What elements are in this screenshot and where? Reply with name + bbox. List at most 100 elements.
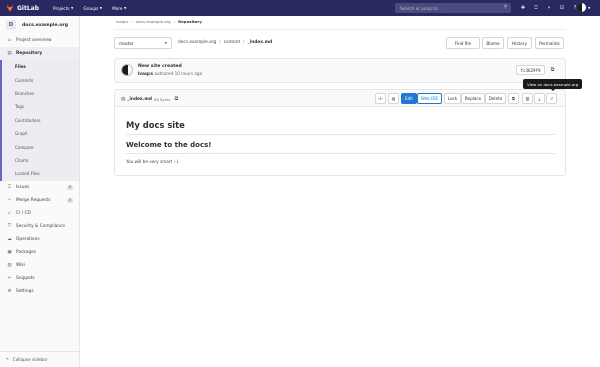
sidebar-item-contributors[interactable]: Contributors: [2, 114, 79, 127]
project-avatar: D: [6, 20, 16, 30]
commit-title[interactable]: New site created: [138, 64, 182, 69]
gitlab-logo[interactable]: GitLab: [6, 4, 39, 12]
find-file-button[interactable]: Find file: [446, 37, 480, 49]
sidebar-item-tags[interactable]: Tags: [2, 100, 79, 113]
sidebar-item-project-overview[interactable]: ⌂ Project overview: [0, 34, 79, 47]
history-button[interactable]: History: [507, 37, 532, 49]
display-source-button[interactable]: ‹/›: [375, 93, 386, 104]
copy-contents-button[interactable]: ⧉: [508, 93, 519, 104]
lock-button[interactable]: Lock: [444, 93, 461, 104]
file-size: 68 Bytes: [153, 96, 171, 102]
permalink-button[interactable]: Permalink: [535, 37, 564, 49]
file-icon: ▤: [121, 96, 126, 102]
doc-icon: ▤: [391, 96, 396, 101]
sidebar-item-ci-cd[interactable]: ➶ CI / CD: [0, 207, 79, 220]
count-badge: 0: [66, 197, 73, 203]
sidebar-item-settings[interactable]: ⚙ Settings: [0, 285, 79, 298]
file-viewer: ▤ _index.md 68 Bytes ⧉ ‹/› ▤ Edit Web ID…: [114, 89, 566, 176]
breadcrumb-item[interactable]: lvaqcs: [116, 19, 128, 24]
file-icon: ▥: [525, 96, 530, 101]
search-icon: ⚲: [503, 5, 507, 10]
issues-icon[interactable]: ⎕: [532, 4, 540, 12]
doc-heading-2: Welcome to the docs!: [126, 141, 556, 154]
view-external-button[interactable]: ↗: [546, 93, 557, 104]
sidebar-item-locked-files[interactable]: Locked Files: [2, 167, 79, 180]
shield-icon: ⛉: [7, 224, 12, 230]
todo-icon[interactable]: ☑: [558, 4, 566, 12]
tooltip: View on docs.example.org: [523, 79, 583, 91]
last-commit-panel: New site created lvaqcs authored 10 hour…: [114, 58, 566, 83]
branch-select[interactable]: master ▼: [114, 37, 172, 49]
sidebar-item-security[interactable]: ⛉ Security & Compliance: [0, 220, 79, 233]
sidebar-item-commits[interactable]: Commits: [2, 73, 79, 86]
doc-icon: ▤: [7, 51, 12, 56]
copy-icon[interactable]: ⧉: [547, 65, 558, 75]
blame-button[interactable]: Blame: [482, 37, 504, 49]
file-path-breadcrumb: docs.example.org / content / _index.md: [178, 40, 273, 45]
collapse-sidebar-button[interactable]: « Collapse sidebar: [0, 351, 80, 367]
nav-projects[interactable]: Projects ▼: [53, 6, 73, 11]
repository-submenu: Files Commits Branches Tags Contributors…: [0, 60, 79, 181]
gitlab-fox-icon: [6, 4, 14, 12]
commit-sha-button[interactable]: fc3629f9: [516, 65, 545, 75]
merge-request-icon: ⑂: [8, 198, 11, 204]
sidebar-item-repository[interactable]: ▤ Repository: [0, 47, 79, 60]
chevron-down-icon[interactable]: ▼: [588, 6, 590, 10]
path-current-file: _index.md: [247, 40, 273, 45]
brand-name: GitLab: [17, 4, 40, 12]
cloud-icon: ☁: [7, 236, 12, 242]
search-input[interactable]: Search or jump to... ⚲: [395, 3, 511, 13]
sidebar-item-branches[interactable]: Branches: [2, 87, 79, 100]
breadcrumb-item[interactable]: docs.example.org: [136, 19, 171, 24]
commit-author[interactable]: lvaqcs: [138, 71, 153, 76]
copy-icon: ⧉: [512, 96, 515, 101]
file-header: ▤ _index.md 68 Bytes ⧉ ‹/› ▤ Edit Web ID…: [115, 90, 565, 107]
breadcrumb-current[interactable]: Repository: [178, 19, 202, 24]
open-raw-button[interactable]: ▥: [522, 93, 533, 104]
path-segment[interactable]: content: [224, 40, 240, 45]
chevron-down-icon: ▼: [71, 6, 74, 10]
path-segment[interactable]: docs.example.org: [178, 40, 216, 45]
sidebar-item-charts[interactable]: Charts: [2, 154, 79, 167]
sidebar-item-wiki[interactable]: ▥ Wiki: [0, 259, 79, 272]
sidebar-item-merge-requests[interactable]: ⑂ Merge Requests 0: [0, 194, 79, 207]
chevron-down-icon: ▼: [124, 6, 127, 10]
sidebar-item-compare[interactable]: Compare: [2, 140, 79, 153]
nav-more[interactable]: More ▼: [112, 6, 126, 11]
project-sidebar: D docs.example.org ⌂ Project overview ▤ …: [0, 16, 80, 367]
sidebar-item-snippets[interactable]: ✂ Snippets: [0, 272, 79, 285]
book-icon: ▥: [7, 262, 12, 268]
edit-button[interactable]: Edit: [401, 93, 417, 104]
sidebar-item-issues[interactable]: ⎕ Issues 0: [0, 181, 79, 194]
chevron-down-icon: ▼: [164, 41, 167, 45]
project-header[interactable]: D docs.example.org: [0, 16, 79, 34]
home-icon: ⌂: [8, 38, 11, 43]
web-ide-button[interactable]: Web IDE: [417, 93, 442, 104]
sidebar-item-operations[interactable]: ☁ Operations: [0, 233, 79, 246]
replace-button[interactable]: Replace: [461, 93, 485, 104]
chevron-down-icon: ▼: [99, 6, 103, 10]
copy-icon[interactable]: ⧉: [175, 96, 179, 102]
merge-request-icon[interactable]: ⑂: [545, 4, 553, 12]
user-avatar[interactable]: [577, 3, 586, 12]
sidebar-item-packages[interactable]: ▣ Packages: [0, 246, 79, 259]
file-title: ▤ _index.md 68 Bytes ⧉: [121, 96, 178, 102]
sidebar-item-files[interactable]: Files: [2, 60, 79, 73]
file-name: _index.md: [127, 96, 152, 102]
gear-icon: ⚙: [7, 288, 12, 294]
nav-groups[interactable]: Groups ▼: [83, 6, 102, 11]
scissors-icon: ✂: [7, 275, 12, 281]
divider: [114, 29, 566, 30]
issues-icon: ⎕: [8, 185, 11, 191]
chevron-right-icon: ›: [131, 19, 133, 24]
sidebar-item-graph[interactable]: Graph: [2, 127, 79, 140]
package-icon: ▣: [7, 249, 12, 255]
code-icon: ‹/›: [378, 96, 383, 101]
rendered-markdown: My docs site Welcome to the docs! You wi…: [126, 120, 556, 164]
author-avatar[interactable]: [121, 64, 133, 76]
delete-button[interactable]: Delete: [485, 93, 506, 104]
display-rendered-button[interactable]: ▤: [388, 93, 399, 104]
double-chevron-left-icon: «: [6, 357, 9, 362]
plus-icon[interactable]: ✚: [519, 4, 527, 12]
download-button[interactable]: ⤓: [534, 93, 545, 104]
